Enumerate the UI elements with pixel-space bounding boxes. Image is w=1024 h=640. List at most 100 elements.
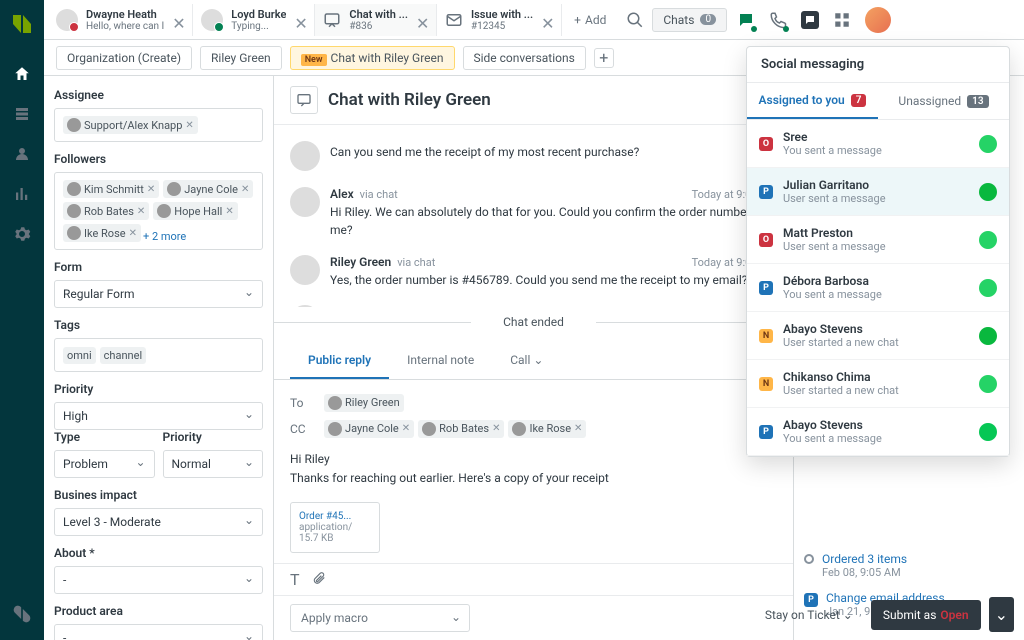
about-label: About * — [54, 546, 263, 560]
ticket-sidebar: Assignee Support/Alex Knapp✕ Followers K… — [44, 76, 274, 640]
submit-chevron-button[interactable]: ⌄ — [989, 597, 1014, 632]
remove-icon[interactable]: ✕ — [137, 206, 145, 217]
popover-item[interactable]: PAbayo StevensYou sent a message — [747, 408, 1009, 456]
priority2-select[interactable]: Normal — [163, 450, 264, 478]
top-tabs: Dwayne HeathHello, where can I ✕ Loyd Bu… — [44, 0, 1024, 40]
zendesk-icon[interactable] — [12, 604, 32, 624]
add-tab-button[interactable]: + Add — [562, 13, 618, 27]
cc-chip[interactable]: Jayne Cole✕ — [324, 420, 414, 438]
reply-textarea[interactable]: Hi RileyThanks for reaching out earlier.… — [290, 442, 777, 496]
to-chip[interactable]: Riley Green — [324, 394, 404, 412]
remove-icon[interactable]: ✕ — [241, 184, 249, 195]
remove-icon[interactable]: ✕ — [402, 423, 410, 434]
tab-issue-12345[interactable]: Issue with ...#12345 ✕ — [437, 4, 562, 36]
add-conversation-button[interactable]: + — [594, 48, 614, 68]
new-badge: New — [301, 54, 327, 66]
parea-select[interactable]: - — [54, 624, 263, 640]
cc-chip[interactable]: Ike Rose✕ — [508, 420, 586, 438]
user-avatar[interactable] — [865, 7, 891, 33]
popover-item[interactable]: PDébora BarbosaYou sent a message — [747, 264, 1009, 312]
parea-label: Product area — [54, 604, 263, 618]
popover-item[interactable]: NChikanso ChimaUser started a new chat — [747, 360, 1009, 408]
search-icon[interactable] — [626, 11, 644, 29]
submit-button[interactable]: Submit as Open — [871, 600, 981, 630]
tab-dwayne[interactable]: Dwayne HeathHello, where can I ✕ — [48, 4, 193, 36]
item-name: Chikanso Chima — [783, 370, 969, 384]
attachment[interactable]: Order #45...application/15.7 KB — [290, 502, 380, 553]
follower-chip[interactable]: Kim Schmitt✕ — [63, 180, 159, 198]
item-name: Abayo Stevens — [783, 418, 969, 432]
item-name: Julian Garritano — [783, 178, 969, 192]
bimpact-select[interactable]: Level 3 - Moderate — [54, 508, 263, 536]
close-icon[interactable]: ✕ — [172, 14, 184, 26]
popover-item[interactable]: OMatt PrestonUser sent a message — [747, 216, 1009, 264]
message: Alexvia chatToday at 9:06 AMHi Riley. We… — [290, 179, 777, 247]
remove-icon[interactable]: ✕ — [129, 228, 137, 239]
remove-icon[interactable]: ✕ — [147, 184, 155, 195]
tab-assigned[interactable]: Assigned to you7 — [747, 83, 878, 119]
tab-call[interactable]: Call ⌄ — [492, 343, 561, 379]
message-author: Alex — [330, 187, 354, 201]
product-logo[interactable] — [10, 12, 34, 36]
cc-chip[interactable]: Rob Bates✕ — [418, 420, 504, 438]
remove-icon[interactable]: ✕ — [185, 120, 193, 131]
popover-item[interactable]: OSreeYou sent a message — [747, 120, 1009, 168]
admin-icon[interactable] — [12, 224, 32, 244]
item-name: Abayo Stevens — [783, 322, 969, 336]
form-select[interactable]: Regular Form — [54, 280, 263, 308]
tab-loyd[interactable]: Loyd BurkeTyping... ✕ — [193, 4, 315, 36]
talk-icon[interactable] — [769, 11, 787, 29]
follower-chip[interactable]: Jayne Cole✕ — [163, 180, 253, 198]
item-sub: User sent a message — [783, 192, 969, 205]
assignee-field[interactable]: Support/Alex Knapp✕ — [54, 108, 263, 142]
remove-icon[interactable]: ✕ — [225, 206, 233, 217]
social-icon[interactable] — [801, 11, 819, 29]
timeline-item[interactable]: Ordered 3 itemsFeb 08, 9:05 AM — [804, 546, 1014, 585]
messaging-icon[interactable] — [737, 11, 755, 29]
views-icon[interactable] — [12, 104, 32, 124]
item-sub: You sent a message — [783, 288, 969, 301]
reply-tabs: Public reply Internal note Call ⌄ — [274, 343, 793, 380]
popover-title: Social messaging — [747, 47, 1009, 83]
close-icon[interactable]: ✕ — [294, 14, 306, 26]
tag-chip[interactable]: channel — [100, 347, 146, 364]
person-pill[interactable]: Riley Green — [200, 46, 282, 70]
attach-icon[interactable] — [312, 570, 326, 589]
assigned-count: 7 — [851, 94, 867, 107]
tab-internal-note[interactable]: Internal note — [389, 343, 492, 379]
tab-unassigned[interactable]: Unassigned13 — [878, 83, 1009, 119]
chat-pill[interactable]: NewChat with Riley Green — [290, 46, 455, 70]
reports-icon[interactable] — [12, 184, 32, 204]
assignee-value: Support/Alex Knapp — [84, 119, 182, 132]
remove-icon[interactable]: ✕ — [492, 423, 500, 434]
macro-select[interactable]: Apply macro — [290, 604, 470, 632]
stay-on-ticket-button[interactable]: Stay on Ticket ⌄ — [755, 602, 863, 628]
more-followers-link[interactable]: + 2 more — [143, 230, 186, 243]
apps-icon[interactable] — [833, 11, 851, 29]
follower-chip[interactable]: Ike Rose✕ — [63, 224, 141, 242]
priority-select[interactable]: High — [54, 402, 263, 430]
customers-icon[interactable] — [12, 144, 32, 164]
org-pill[interactable]: Organization (Create) — [56, 46, 192, 70]
popover-item[interactable]: NAbayo StevensUser started a new chat — [747, 312, 1009, 360]
conversation-panel: Chat with Riley Green ⌄ Can you send me … — [274, 76, 794, 640]
text-format-icon[interactable]: T — [290, 570, 300, 589]
about-select[interactable]: - — [54, 566, 263, 594]
remove-icon[interactable]: ✕ — [574, 423, 582, 434]
chats-button[interactable]: Chats0 — [652, 8, 727, 32]
follower-chip[interactable]: Rob Bates✕ — [63, 202, 149, 220]
tab-public-reply[interactable]: Public reply — [290, 343, 389, 379]
side-conv-pill[interactable]: Side conversations — [463, 46, 586, 70]
tag-chip[interactable]: omni — [63, 347, 96, 364]
tab-chat-836[interactable]: Chat with ...#836 ✕ — [315, 4, 437, 36]
follower-chip[interactable]: Hope Hall✕ — [153, 202, 237, 220]
close-icon[interactable]: ✕ — [541, 14, 553, 26]
home-icon[interactable] — [12, 64, 32, 84]
item-sub: You sent a message — [783, 144, 969, 157]
type-select[interactable]: Problem — [54, 450, 155, 478]
tags-field[interactable]: omnichannel — [54, 338, 263, 372]
close-icon[interactable]: ✕ — [416, 14, 428, 26]
bimpact-label: Busines impact — [54, 488, 263, 502]
popover-item[interactable]: PJulian GarritanoUser sent a message — [747, 168, 1009, 216]
followers-field[interactable]: Kim Schmitt✕Jayne Cole✕ Rob Bates✕Hope Ha… — [54, 172, 263, 250]
